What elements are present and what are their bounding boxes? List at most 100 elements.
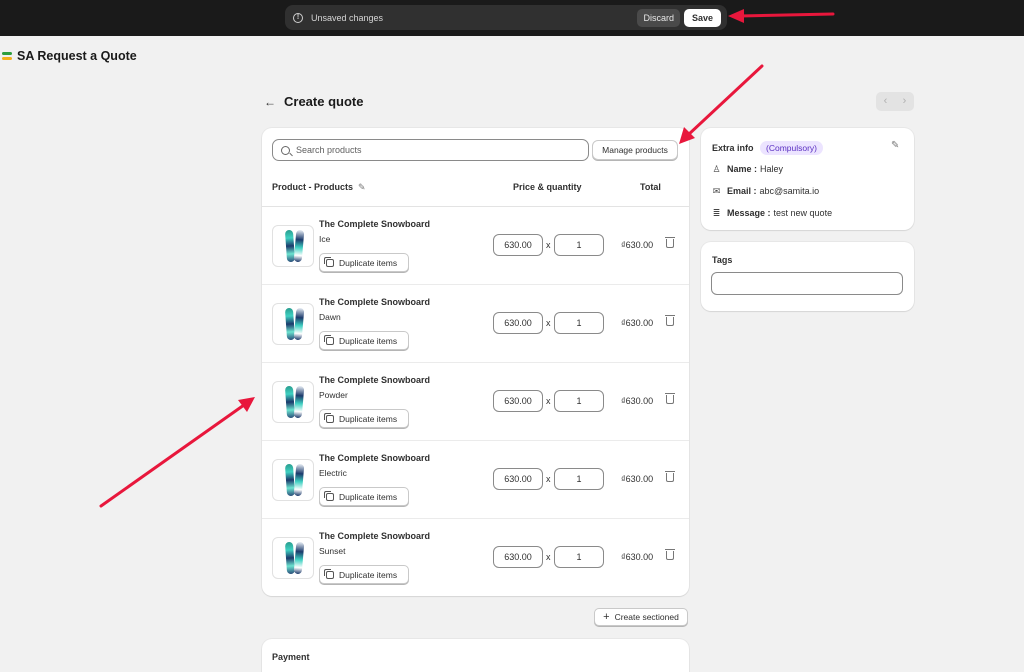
create-sectioned-button[interactable]: + Create sectioned [594, 608, 688, 626]
table-row: The Complete Snowboard Powder Duplicate … [262, 363, 689, 441]
app-header: SA Request a Quote [2, 49, 137, 63]
email-key: Email : [727, 186, 757, 196]
top-bar: ! Unsaved changes Discard Save [0, 0, 1024, 36]
price-input[interactable]: 630.00 [493, 312, 543, 334]
message-key: Message : [727, 208, 771, 218]
tags-card: Tags [701, 242, 914, 311]
pagination: ‹ › [876, 92, 914, 111]
unsaved-message: Unsaved changes [311, 12, 384, 23]
price-input[interactable]: 630.00 [493, 546, 543, 568]
row-total: ₫630.00 [621, 396, 654, 406]
product-variant: Electric [319, 468, 347, 478]
product-name: The Complete Snowboard [319, 453, 431, 463]
product-thumbnail [272, 537, 314, 579]
row-total: ₫630.00 [621, 474, 654, 484]
column-header-total: Total [640, 182, 661, 192]
arrow-to-manage-products [686, 64, 764, 137]
duplicate-items-button[interactable]: Duplicate items [319, 409, 409, 428]
pencil-icon[interactable]: ✎ [358, 182, 366, 193]
trash-icon[interactable] [665, 393, 675, 404]
row-total: ₫630.00 [621, 552, 654, 562]
extra-info-title: Extra info [712, 143, 754, 153]
page-title: Create quote [284, 94, 364, 109]
quantity-input[interactable]: 1 [554, 312, 604, 334]
search-field[interactable] [272, 139, 589, 161]
info-name: ♙ Name : Haley [712, 164, 783, 174]
products-card: Manage products Product - Products ✎ Pric… [262, 128, 689, 596]
previous-button[interactable]: ‹ [876, 92, 895, 111]
product-thumbnail [272, 303, 314, 345]
duplicate-items-button[interactable]: Duplicate items [319, 331, 409, 350]
email-icon: ✉ [712, 186, 721, 196]
duplicate-items-button[interactable]: Duplicate items [319, 565, 409, 584]
product-variant: Sunset [319, 546, 346, 556]
arrow-to-product-row [99, 403, 246, 508]
row-total: ₫630.00 [621, 240, 654, 250]
table-row: The Complete Snowboard Ice Duplicate ite… [262, 207, 689, 285]
duplicate-label: Duplicate items [339, 257, 398, 268]
trash-icon[interactable] [665, 549, 675, 560]
name-value: Haley [760, 164, 784, 174]
price-input[interactable]: 630.00 [493, 468, 543, 490]
extra-info-card: Extra info (Compulsory) ✎ ♙ Name : Haley… [701, 128, 914, 230]
multiply-sign: x [546, 240, 551, 250]
arrowhead-row [238, 397, 255, 412]
save-bar: ! Unsaved changes Discard Save [285, 5, 727, 30]
save-button[interactable]: Save [683, 8, 721, 27]
quantity-input[interactable]: 1 [554, 546, 604, 568]
person-icon: ♙ [712, 164, 721, 174]
duplicate-items-button[interactable]: Duplicate items [319, 487, 409, 506]
product-variant: Powder [319, 390, 348, 400]
product-name: The Complete Snowboard [319, 219, 431, 229]
duplicate-label: Duplicate items [339, 491, 398, 502]
edit-pencil-icon[interactable]: ✎ [891, 140, 899, 151]
duplicate-label: Duplicate items [339, 335, 398, 346]
duplicate-items-button[interactable]: Duplicate items [319, 253, 409, 272]
search-input[interactable] [296, 145, 576, 155]
product-thumbnail [272, 381, 314, 423]
info-message: ≣ Message : test new quote [712, 208, 832, 218]
payment-card: Payment [262, 639, 689, 672]
plus-icon: + [603, 611, 610, 623]
trash-icon[interactable] [665, 315, 675, 326]
email-value: abc@samita.io [759, 186, 820, 196]
multiply-sign: x [546, 552, 551, 562]
table-row: The Complete Snowboard Dawn Duplicate it… [262, 285, 689, 363]
page-header: ← Create quote [264, 94, 363, 109]
multiply-sign: x [546, 318, 551, 328]
next-button[interactable]: › [895, 92, 914, 111]
product-name: The Complete Snowboard [319, 297, 431, 307]
back-arrow-icon[interactable]: ← [264, 95, 276, 109]
table-row: The Complete Snowboard Sunset Duplicate … [262, 519, 689, 597]
price-input[interactable]: 630.00 [493, 234, 543, 256]
column-header-product: Product - Products ✎ [272, 182, 366, 193]
payment-label: Payment [272, 652, 310, 662]
compulsory-badge: (Compulsory) [760, 141, 824, 155]
product-name: The Complete Snowboard [319, 375, 431, 385]
duplicate-icon [324, 334, 334, 345]
discard-button[interactable]: Discard [637, 8, 680, 27]
duplicate-label: Duplicate items [339, 413, 398, 424]
app-logo-icon [2, 52, 12, 60]
trash-icon[interactable] [665, 237, 675, 248]
tags-input[interactable] [711, 272, 903, 295]
manage-products-button[interactable]: Manage products [592, 140, 678, 160]
search-icon [281, 145, 290, 155]
name-key: Name : [727, 164, 758, 174]
create-sectioned-label: Create sectioned [614, 612, 679, 622]
multiply-sign: x [546, 474, 551, 484]
quantity-input[interactable]: 1 [554, 468, 604, 490]
quantity-input[interactable]: 1 [554, 390, 604, 412]
product-variant: Dawn [319, 312, 341, 322]
price-input[interactable]: 630.00 [493, 390, 543, 412]
trash-icon[interactable] [665, 471, 675, 482]
duplicate-icon [324, 412, 334, 423]
column-header-price: Price & quantity [513, 182, 582, 192]
column-product-label: Product - Products [272, 182, 354, 192]
quantity-input[interactable]: 1 [554, 234, 604, 256]
product-name: The Complete Snowboard [319, 531, 431, 541]
info-email: ✉ Email : abc@samita.io [712, 186, 819, 196]
duplicate-label: Duplicate items [339, 569, 398, 580]
tags-title: Tags [712, 255, 733, 265]
app-title: SA Request a Quote [17, 49, 137, 63]
